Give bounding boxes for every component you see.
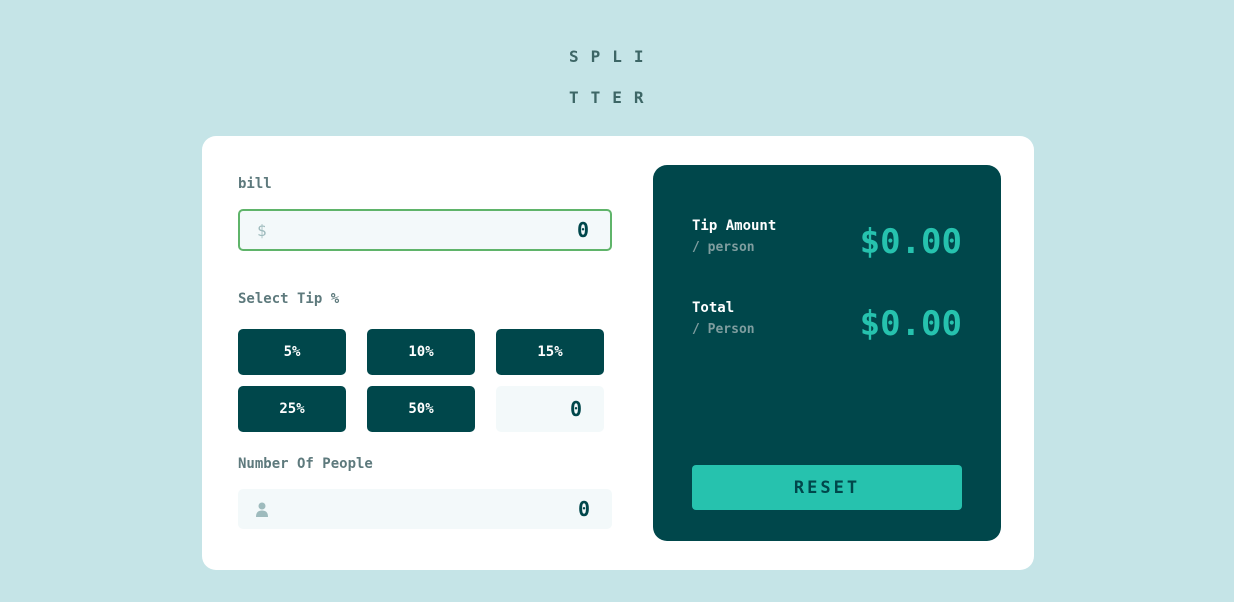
tip-amount-value: $0.00 <box>859 222 962 262</box>
tip-amount-title: Tip Amount <box>692 218 777 234</box>
tip-button-10[interactable]: 10% <box>367 329 475 375</box>
dollar-icon: $ <box>257 220 267 240</box>
total-value: $0.00 <box>859 304 962 344</box>
tip-amount-subtitle: / person <box>692 240 755 255</box>
logo-line-1: SPLI <box>569 47 656 66</box>
people-value: 0 <box>577 497 590 521</box>
people-input[interactable]: 0 <box>238 489 612 529</box>
logo-line-2: TTER <box>569 88 656 107</box>
select-tip-label: Select Tip % <box>238 291 340 307</box>
person-icon <box>256 502 268 517</box>
tip-custom-input[interactable]: 0 <box>496 386 604 432</box>
bill-label: bill <box>238 176 272 192</box>
reset-button[interactable]: RESET <box>692 465 962 510</box>
bill-value: 0 <box>576 218 589 242</box>
people-label: Number Of People <box>238 456 373 472</box>
tip-button-25[interactable]: 25% <box>238 386 346 432</box>
tip-button-15[interactable]: 15% <box>496 329 604 375</box>
bill-input[interactable]: $ 0 <box>238 209 612 251</box>
tip-button-50[interactable]: 50% <box>367 386 475 432</box>
calculator-card: bill $ 0 Select Tip % 5% 10% 15% 25% 50%… <box>202 136 1034 570</box>
tip-button-5[interactable]: 5% <box>238 329 346 375</box>
app-logo: SPLI TTER <box>569 36 669 118</box>
total-subtitle: / Person <box>692 322 755 337</box>
results-panel: Tip Amount / person $0.00 Total / Person… <box>653 165 1001 541</box>
total-title: Total <box>692 300 735 316</box>
